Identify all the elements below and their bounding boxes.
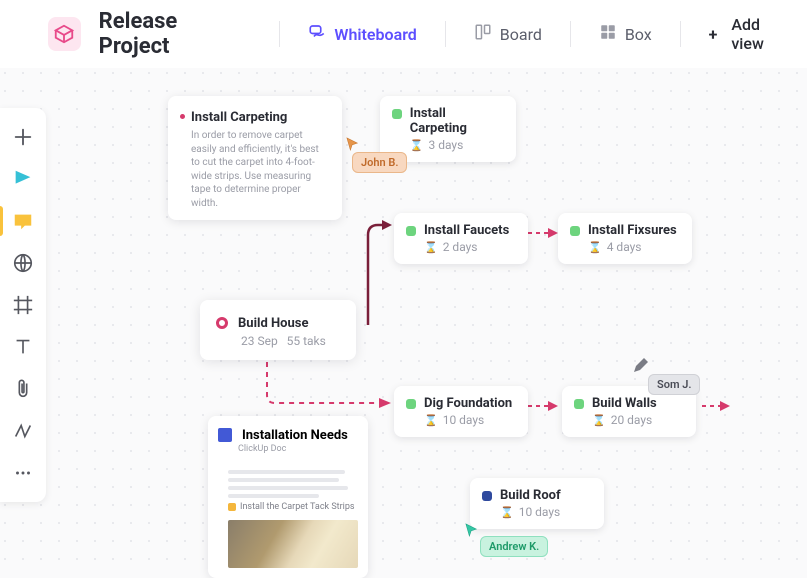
tool-frame[interactable]: [0, 284, 46, 326]
tool-text[interactable]: [0, 326, 46, 368]
whiteboard-canvas[interactable]: Install Carpeting In order to remove car…: [0, 68, 807, 571]
divider: [445, 21, 446, 47]
note-card-install-carpeting[interactable]: Install Carpeting In order to remove car…: [168, 96, 342, 220]
task-card-dig[interactable]: Dig Foundation ⌛ 10 days: [394, 386, 528, 437]
tool-connector[interactable]: [0, 410, 46, 452]
doc-sub: ClickUp Doc: [238, 444, 358, 454]
task-title: Build Roof: [500, 488, 561, 503]
task-card-fixtures[interactable]: Install Fixsures ⌛ 4 days: [558, 213, 692, 264]
task-duration: 3 days: [428, 138, 463, 152]
add-view-label: Add view: [731, 15, 793, 53]
cursor-icon: [346, 136, 360, 150]
doc-image: [228, 520, 358, 568]
task-title: Install Fixsures: [588, 223, 677, 238]
add-view-button[interactable]: + Add view: [695, 9, 807, 59]
task-title: Install Faucets: [424, 223, 509, 238]
task-title: Build Walls: [592, 396, 657, 411]
board-icon: [474, 23, 492, 45]
doc-title: Installation Needs: [242, 428, 348, 443]
divider: [570, 21, 571, 47]
page-title: Release Project: [99, 9, 266, 59]
tool-pen[interactable]: [0, 158, 46, 200]
divider: [279, 21, 280, 47]
tool-add[interactable]: [0, 116, 46, 158]
side-toolbar: [0, 108, 46, 502]
user-badge-som: Som J.: [648, 374, 700, 395]
top-bar: Release Project Whiteboard Board Box +: [0, 0, 807, 68]
tab-box[interactable]: Box: [585, 17, 666, 51]
tab-whiteboard[interactable]: Whiteboard: [294, 17, 430, 51]
tool-web[interactable]: [0, 242, 46, 284]
connector-arrow: [526, 225, 562, 241]
tool-note[interactable]: [0, 200, 46, 242]
task-card-roof[interactable]: Build Roof ⌛ 10 days: [470, 478, 604, 529]
connector-arrow: [700, 398, 734, 414]
hourglass-icon: ⌛: [424, 241, 438, 254]
hub-title: Build House: [238, 316, 309, 331]
ring-icon: [216, 317, 228, 329]
doc-section: Install the Carpet Tack Strips: [228, 502, 358, 512]
tab-label: Whiteboard: [334, 25, 416, 44]
tab-board[interactable]: Board: [460, 17, 556, 51]
task-duration: 4 days: [607, 240, 642, 254]
task-card-faucets[interactable]: Install Faucets ⌛ 2 days: [394, 213, 528, 264]
tool-more[interactable]: [0, 452, 46, 494]
hourglass-icon: ⌛: [410, 139, 424, 152]
doc-card[interactable]: Installation Needs ClickUp Doc Install t…: [208, 416, 368, 578]
task-duration: 2 days: [443, 240, 478, 254]
hourglass-icon: ⌛: [592, 414, 606, 427]
doc-icon: [218, 428, 232, 442]
user-badge-andrew: Andrew K.: [480, 536, 548, 557]
status-dot: [482, 491, 492, 501]
hourglass-icon: ⌛: [424, 414, 438, 427]
task-title: Install Carpeting: [410, 106, 504, 136]
plus-icon: +: [709, 25, 718, 44]
tool-attach[interactable]: [0, 368, 46, 410]
tab-label: Box: [625, 25, 652, 44]
hub-sub: 23 Sep 55 taks: [241, 334, 340, 348]
note-title: Install Carpeting: [191, 110, 287, 125]
status-dot: [406, 399, 416, 409]
status-dot: [574, 399, 584, 409]
note-body: In order to remove carpet easily and eff…: [191, 129, 330, 210]
hub-card-build-house[interactable]: Build House 23 Sep 55 taks: [200, 300, 356, 360]
status-dot: [406, 226, 416, 236]
connector-arrow: [526, 398, 562, 414]
box-icon: [599, 23, 617, 45]
cursor-icon: [465, 522, 479, 536]
task-duration: 10 days: [443, 413, 485, 427]
whiteboard-icon: [308, 23, 326, 45]
tab-label: Board: [500, 25, 542, 44]
project-icon: [48, 17, 81, 51]
divider: [680, 21, 681, 47]
hourglass-icon: ⌛: [500, 506, 514, 519]
task-duration: 20 days: [611, 413, 653, 427]
bullet-icon: [180, 114, 185, 119]
user-badge-john: John B.: [352, 152, 407, 173]
doc-body: Install the Carpet Tack Strips: [208, 462, 368, 518]
hourglass-icon: ⌛: [588, 241, 602, 254]
task-duration: 10 days: [519, 505, 561, 519]
status-dot: [570, 226, 580, 236]
status-dot: [392, 109, 402, 119]
task-title: Dig Foundation: [424, 396, 512, 411]
pencil-icon: [632, 358, 648, 374]
